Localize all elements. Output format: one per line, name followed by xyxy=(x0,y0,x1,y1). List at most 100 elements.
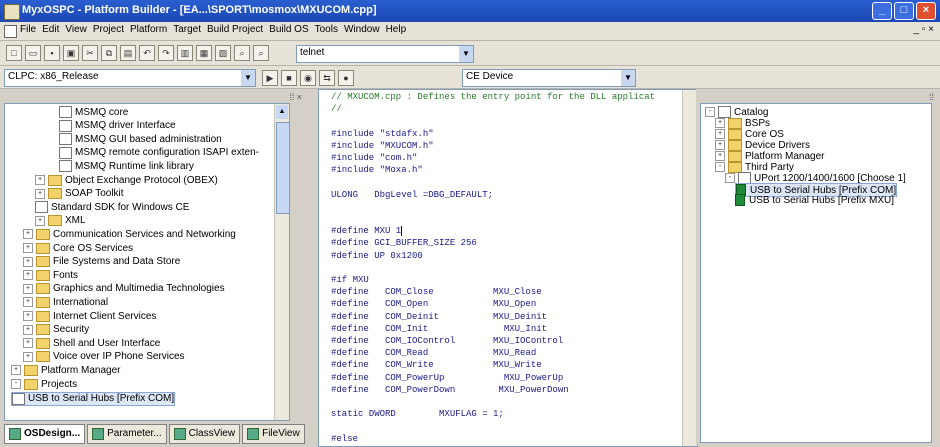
menu-item-edit[interactable]: Edit xyxy=(42,24,59,35)
expander-icon[interactable]: + xyxy=(23,324,33,335)
menu-item-platform[interactable]: Platform xyxy=(130,24,167,35)
expander-icon[interactable]: + xyxy=(35,188,45,199)
expander-icon[interactable]: - xyxy=(725,173,735,183)
redo-icon[interactable]: ↷ xyxy=(158,45,174,61)
expander-icon[interactable]: + xyxy=(11,365,21,376)
mdi-controls[interactable]: _ ▫ × xyxy=(913,24,934,35)
cut-icon[interactable]: ✂ xyxy=(82,45,98,61)
tree-item[interactable]: + SOAP Toolkit xyxy=(35,188,124,200)
find-in-files-icon[interactable]: ⌕ xyxy=(253,45,269,61)
tree-item[interactable]: MSMQ GUI based administration xyxy=(59,133,222,146)
expander-icon[interactable]: + xyxy=(715,151,725,161)
expander-icon[interactable]: - xyxy=(705,107,715,117)
menu-item-tools[interactable]: Tools xyxy=(315,24,338,35)
tree-item[interactable]: + International xyxy=(23,296,108,308)
menu-item-window[interactable]: Window xyxy=(344,24,380,35)
chevron-down-icon[interactable]: ▼ xyxy=(459,46,473,62)
workspace-tree[interactable]: MSMQ core MSMQ driver Interface MSMQ GUI b… xyxy=(4,103,290,421)
scrollbar-thumb[interactable] xyxy=(276,122,289,214)
undo-icon[interactable]: ↶ xyxy=(139,45,155,61)
tree-item[interactable]: MSMQ driver Interface xyxy=(59,119,176,132)
build-icon[interactable]: ▶ xyxy=(262,70,278,86)
menu-item-project[interactable]: Project xyxy=(93,24,124,35)
configuration-combo[interactable]: CLPC: x86_Release ▼ xyxy=(4,69,256,87)
tree-item[interactable]: Standard SDK for Windows CE xyxy=(35,201,189,214)
menu-item-help[interactable]: Help xyxy=(386,24,407,35)
catalog-item[interactable]: USB to Serial Hubs [Prefix MXU] xyxy=(735,194,894,206)
connect-icon[interactable]: ⇆ xyxy=(319,70,335,86)
tree-item[interactable]: USB to Serial Hubs [Prefix COM] xyxy=(11,391,176,406)
expander-icon[interactable]: + xyxy=(35,175,45,185)
expander-icon[interactable]: - xyxy=(11,379,21,389)
expander-icon[interactable]: + xyxy=(23,297,33,308)
menu-item-view[interactable]: View xyxy=(65,24,87,35)
expander-icon[interactable]: + xyxy=(23,270,33,281)
find-icon[interactable]: ⌕ xyxy=(234,45,250,61)
expander-icon[interactable]: + xyxy=(715,118,725,128)
workspace-icon[interactable]: ▥ xyxy=(177,45,193,61)
tree-item[interactable]: + Shell and User Interface xyxy=(23,337,160,349)
minimize-button[interactable]: _ xyxy=(872,2,892,20)
expander-icon[interactable]: + xyxy=(23,338,33,349)
output-icon[interactable]: ▦ xyxy=(196,45,212,61)
tree-item[interactable]: MSMQ core xyxy=(59,106,128,118)
tree-item[interactable]: + Internet Client Services xyxy=(23,310,156,322)
tree-item[interactable]: + Fonts xyxy=(23,269,78,281)
tree-item[interactable]: + Core OS Services xyxy=(23,242,133,254)
find-combo[interactable]: telnet ▼ xyxy=(296,45,474,63)
windows-icon[interactable]: ▧ xyxy=(215,45,231,61)
chevron-down-icon[interactable]: ▼ xyxy=(621,70,635,86)
tree-item[interactable]: MSMQ remote configuration ISAPI exten- xyxy=(59,146,259,159)
save-all-icon[interactable]: ▣ xyxy=(63,45,79,61)
expander-icon[interactable]: + xyxy=(715,129,725,139)
tree-item[interactable]: + Communication Services and Networking xyxy=(23,228,236,240)
tab-parameter[interactable]: Parameter... xyxy=(87,424,167,444)
open-icon[interactable]: ▭ xyxy=(25,45,41,61)
expander-icon[interactable]: - xyxy=(715,162,725,172)
tree-item[interactable]: + Security xyxy=(23,324,89,336)
tab-classview[interactable]: ClassView xyxy=(168,424,241,444)
tree-scrollbar[interactable]: ▲ xyxy=(274,104,289,420)
tree-item[interactable]: + XML xyxy=(35,215,86,227)
close-button[interactable]: × xyxy=(916,2,936,20)
expander-icon[interactable]: + xyxy=(23,283,33,294)
expander-icon[interactable]: + xyxy=(23,351,33,362)
expander-icon[interactable]: + xyxy=(35,215,45,226)
menu-item-build-project[interactable]: Build Project xyxy=(207,24,263,35)
tree-item[interactable]: + File Systems and Data Store xyxy=(23,256,180,268)
new-icon[interactable]: □ xyxy=(6,45,22,61)
panel-grip-icon[interactable]: ⁞⁞ xyxy=(929,92,934,102)
expander-icon[interactable]: + xyxy=(23,229,33,240)
panel-grip-icon[interactable]: ⁞⁞ × xyxy=(289,92,302,102)
menu-item-file[interactable]: File xyxy=(20,24,36,35)
tab-fileview[interactable]: FileView xyxy=(242,424,305,444)
code-editor[interactable]: // MXUCOM.cpp : Defines the entry point … xyxy=(318,89,698,447)
expander-icon[interactable]: + xyxy=(23,243,33,253)
stop-icon[interactable]: ■ xyxy=(281,70,297,86)
tree-item[interactable]: + Object Exchange Protocol (OBEX) xyxy=(35,174,218,186)
tree-item[interactable]: + Platform Manager xyxy=(11,364,120,376)
expander-icon[interactable]: + xyxy=(23,256,33,267)
debug-icon[interactable]: ◉ xyxy=(300,70,316,86)
tree-item[interactable]: - Projects xyxy=(11,378,77,390)
menu-item-target[interactable]: Target xyxy=(173,24,201,35)
menu-item-build-os[interactable]: Build OS xyxy=(269,24,308,35)
save-icon[interactable]: ▪ xyxy=(44,45,60,61)
copy-icon[interactable]: ⧉ xyxy=(101,45,117,61)
paste-icon[interactable]: ▤ xyxy=(120,45,136,61)
catalog-tree[interactable]: - Catalog + BSPs + Core OS + Device Drivers + Pla… xyxy=(700,103,932,443)
tree-item[interactable]: + Graphics and Multimedia Technologies xyxy=(23,283,225,295)
tab-osdesign[interactable]: OSDesign... xyxy=(4,424,86,444)
maximize-button[interactable]: □ xyxy=(894,2,914,20)
document-icon[interactable] xyxy=(4,25,17,38)
expander-icon[interactable]: + xyxy=(715,140,725,150)
tree-item[interactable]: + Voice over IP Phone Services xyxy=(23,351,185,363)
tree-item[interactable]: MSMQ Runtime link library xyxy=(59,160,194,173)
chevron-down-icon[interactable]: ▼ xyxy=(241,70,255,86)
device-combo[interactable]: CE Device ▼ xyxy=(462,69,636,87)
expander-icon[interactable]: + xyxy=(23,311,33,321)
scroll-up-icon[interactable]: ▲ xyxy=(276,105,288,119)
app-icon[interactable] xyxy=(4,4,20,20)
breakpoint-icon[interactable]: ● xyxy=(338,70,354,86)
editor-scrollbar[interactable] xyxy=(682,90,697,446)
